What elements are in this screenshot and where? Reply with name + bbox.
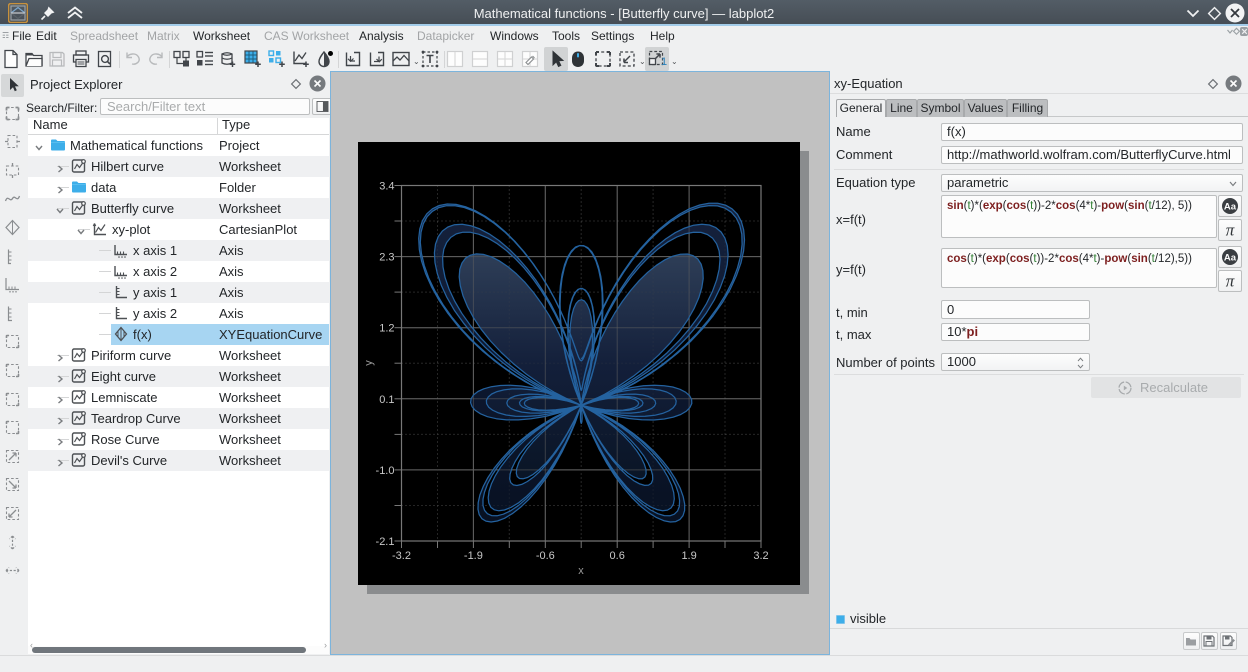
svg-text:-2.1: -2.1 — [376, 536, 395, 548]
svg-text:y: y — [363, 360, 375, 366]
svg-text:1.9: 1.9 — [681, 550, 696, 562]
svg-text:π: π — [1226, 272, 1235, 290]
svg-text:1.2: 1.2 — [379, 323, 394, 335]
svg-text:-0.6: -0.6 — [536, 550, 555, 562]
svg-text:π: π — [1226, 221, 1235, 239]
svg-text:-1.0: -1.0 — [376, 465, 395, 477]
svg-text:1: 1 — [661, 56, 667, 68]
svg-text:x: x — [578, 565, 584, 577]
svg-text:-1.9: -1.9 — [464, 550, 483, 562]
svg-text:2.3: 2.3 — [379, 252, 394, 264]
svg-text:3.2: 3.2 — [753, 550, 768, 562]
svg-text:Aa: Aa — [1224, 202, 1237, 213]
svg-text:3.4: 3.4 — [379, 181, 394, 193]
svg-text:-3.2: -3.2 — [392, 550, 411, 562]
svg-text:0.6: 0.6 — [610, 550, 625, 562]
svg-text:0.1: 0.1 — [379, 394, 394, 406]
svg-text:Aa: Aa — [1224, 253, 1237, 264]
